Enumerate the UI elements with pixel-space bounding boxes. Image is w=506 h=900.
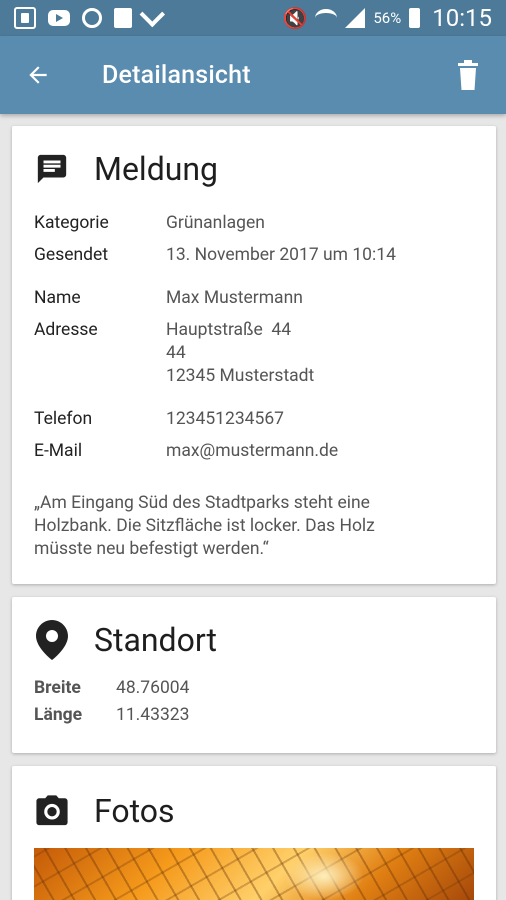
latitude-label: Breite xyxy=(34,678,81,698)
field-value: max@mustermann.de xyxy=(166,441,339,461)
field-label: E-Mail xyxy=(34,441,83,461)
field-label: Gesendet xyxy=(34,245,109,265)
address-line: 44 xyxy=(166,343,186,363)
field-name: Name Max Mustermann xyxy=(34,287,434,310)
field-email: E-Mail max@mustermann.de xyxy=(34,440,434,463)
field-value: 123451234567 xyxy=(166,409,285,429)
photos-title: Fotos xyxy=(94,792,175,830)
message-icon xyxy=(34,151,70,187)
address-line: Hauptstraße 44 xyxy=(166,320,292,340)
system-icons: 🔇 56% 10:15 xyxy=(282,4,492,32)
photos-card: Fotos xyxy=(12,766,496,900)
battery-percent: 56% xyxy=(373,9,402,27)
field-phone: Telefon 123451234567 xyxy=(34,408,434,431)
check-icon xyxy=(139,1,166,28)
battery-icon xyxy=(409,8,421,28)
back-button[interactable] xyxy=(18,55,58,95)
location-header: Standort xyxy=(34,620,217,660)
camera-icon xyxy=(34,793,70,829)
report-fields: Kategorie Grünanlagen Gesendet 13. Novem… xyxy=(34,212,434,561)
field-label: Adresse xyxy=(34,320,98,340)
longitude-row: Länge 11.43323 xyxy=(34,702,189,729)
status-bar: 🔇 56% 10:15 xyxy=(0,0,506,36)
field-value: Hauptstraße 44 44 12345 Musterstadt xyxy=(166,319,314,388)
report-description: „Am Eingang Süd des Stadtparks steht ein… xyxy=(34,493,375,559)
field-value: Max Mustermann xyxy=(166,288,303,308)
signal-icon xyxy=(345,8,366,28)
location-card: Standort Breite 48.76004 Länge 11.43323 xyxy=(12,597,496,753)
app-bar: Detailansicht xyxy=(0,36,506,114)
longitude-value: 11.43323 xyxy=(116,705,190,725)
location-title: Standort xyxy=(94,621,217,659)
photo-thumbnail[interactable] xyxy=(34,848,474,900)
field-label: Telefon xyxy=(34,409,93,429)
latitude-row: Breite 48.76004 xyxy=(34,675,189,702)
location-fields: Breite 48.76004 Länge 11.43323 xyxy=(34,675,189,729)
youtube-icon xyxy=(48,10,70,26)
delete-button[interactable] xyxy=(448,55,488,95)
photos-header: Fotos xyxy=(34,792,175,830)
notification-icons xyxy=(14,1,282,29)
location-pin-icon xyxy=(34,620,70,660)
field-label: Kategorie xyxy=(34,213,109,233)
field-category: Kategorie Grünanlagen xyxy=(34,212,434,235)
field-sent: Gesendet 13. November 2017 um 10:14 xyxy=(34,244,434,267)
clock: 10:15 xyxy=(432,4,492,32)
arrow-back-icon xyxy=(29,66,47,84)
page-title: Detailansicht xyxy=(102,60,251,90)
field-value: 13. November 2017 um 10:14 xyxy=(166,245,396,265)
report-header: Meldung xyxy=(34,150,218,188)
report-card: Meldung Kategorie Grünanlagen Gesendet 1… xyxy=(12,126,496,584)
longitude-label: Länge xyxy=(34,705,83,725)
field-address: Adresse Hauptstraße 44 44 12345 Musterst… xyxy=(34,319,434,388)
latitude-value: 48.76004 xyxy=(116,678,190,698)
field-value: Grünanlagen xyxy=(166,213,265,233)
report-title: Meldung xyxy=(94,150,219,188)
sync-icon xyxy=(82,8,102,28)
mute-icon: 🔇 xyxy=(282,6,308,30)
app-icon xyxy=(14,7,36,29)
document-icon xyxy=(114,8,132,28)
field-label: Name xyxy=(34,288,81,308)
trash-icon xyxy=(458,60,478,90)
address-line: 12345 Musterstadt xyxy=(166,366,315,386)
wifi-icon xyxy=(315,9,338,27)
